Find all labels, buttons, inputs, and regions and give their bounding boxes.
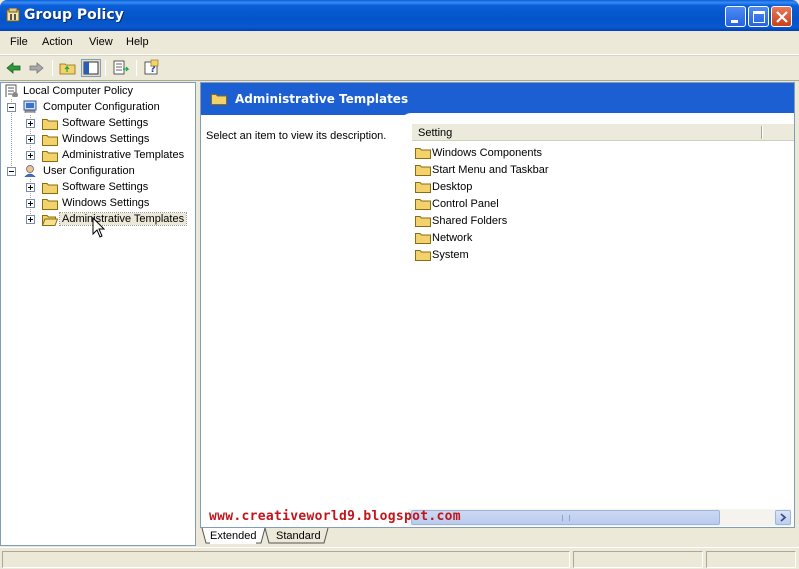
window-title: Group Policy <box>24 7 124 23</box>
horizontal-scrollbar[interactable] <box>408 509 791 526</box>
status-cell <box>706 551 796 568</box>
expand-icon[interactable] <box>26 199 35 208</box>
expand-icon[interactable] <box>26 119 35 128</box>
folder-icon <box>415 182 431 193</box>
header-curve <box>401 113 794 123</box>
list-item-label: Network <box>432 232 473 244</box>
collapse-icon[interactable] <box>7 103 16 112</box>
toolbar-separator <box>105 60 106 76</box>
details-pane: Administrative Templates Select an item … <box>200 82 795 528</box>
list-item-label: Start Menu and Taskbar <box>432 164 549 176</box>
grip-icon <box>562 515 570 521</box>
folder-icon <box>415 216 431 227</box>
tab-extended[interactable]: Extended <box>210 528 257 544</box>
column-divider[interactable] <box>761 126 763 139</box>
column-header-setting[interactable]: Setting <box>412 124 794 141</box>
policy-document-icon <box>5 84 18 97</box>
status-bar <box>0 547 799 569</box>
status-cell <box>2 551 570 568</box>
show-hide-tree-button[interactable] <box>81 59 101 77</box>
up-folder-icon <box>59 63 76 75</box>
close-button[interactable] <box>771 6 792 27</box>
menu-action[interactable]: Action <box>42 36 73 48</box>
user-icon <box>24 165 36 177</box>
maximize-icon <box>753 11 765 23</box>
folder-icon <box>42 199 58 210</box>
export-list-icon <box>113 60 130 75</box>
menu-file[interactable]: File <box>10 36 28 48</box>
tab-standard[interactable]: Standard <box>276 528 321 544</box>
minimize-button[interactable] <box>725 6 746 27</box>
list-item-label: Control Panel <box>432 198 499 210</box>
folder-icon <box>415 148 431 159</box>
menu-view[interactable]: View <box>89 36 113 48</box>
tree-item-label: Software Settings <box>62 117 149 129</box>
tree-item-label: Windows Settings <box>62 197 150 209</box>
details-header: Administrative Templates <box>201 83 794 115</box>
back-button[interactable] <box>4 59 24 77</box>
maximize-button[interactable] <box>748 6 769 27</box>
collapse-icon[interactable] <box>7 167 16 176</box>
list-item-label: Shared Folders <box>432 215 508 227</box>
menu-bar: File Action View Help <box>0 31 799 55</box>
console-tree[interactable]: Local Computer Policy Computer Configura… <box>0 82 196 546</box>
toolbar-separator <box>52 60 53 76</box>
folder-icon <box>42 151 58 162</box>
toolbar: ? <box>0 55 799 81</box>
tree-item-label: Administrative Templates <box>62 149 185 161</box>
list-item-label: Desktop <box>432 181 473 193</box>
chevron-right-icon <box>780 513 787 522</box>
status-cell <box>573 551 703 568</box>
back-arrow-icon <box>6 62 21 74</box>
forward-arrow-icon <box>29 62 44 74</box>
tree-item-label: Windows Settings <box>62 133 150 145</box>
folder-icon <box>42 135 58 146</box>
folder-icon <box>42 119 58 130</box>
tree-item-label: Software Settings <box>62 181 149 193</box>
expand-icon[interactable] <box>26 151 35 160</box>
folder-icon <box>415 199 431 210</box>
close-icon <box>776 11 788 23</box>
show-hide-tree-icon <box>83 61 99 75</box>
title-bar[interactable]: Group Policy <box>0 0 799 31</box>
folder-icon <box>211 94 227 105</box>
scroll-right-button[interactable] <box>775 510 791 525</box>
minimize-icon <box>731 20 738 23</box>
forward-button[interactable] <box>27 59 47 77</box>
view-tabs: Extended Standard <box>200 528 795 546</box>
column-header-label: Setting <box>418 127 453 139</box>
list-item-label: Windows Components <box>432 147 543 159</box>
details-header-title: Administrative Templates <box>235 92 409 106</box>
tree-item-label: Local Computer Policy <box>23 85 134 97</box>
list-item-label: System <box>432 249 469 261</box>
export-list-button[interactable] <box>111 59 131 77</box>
description-text: Select an item to view its description. <box>206 130 387 142</box>
open-folder-icon <box>42 215 58 226</box>
menu-help[interactable]: Help <box>126 36 149 48</box>
group-policy-app-icon <box>6 8 20 22</box>
tree-item-label: User Configuration <box>43 165 135 177</box>
expand-icon[interactable] <box>26 215 35 224</box>
computer-icon <box>23 100 37 113</box>
watermark-text: www.creativeworld9.blogspot.com <box>209 509 461 524</box>
folder-icon <box>42 183 58 194</box>
up-one-level-button[interactable] <box>58 59 78 77</box>
tree-item-label: Administrative Templates <box>58 212 188 226</box>
folder-icon <box>415 233 431 244</box>
expand-icon[interactable] <box>26 135 35 144</box>
toolbar-separator <box>136 60 137 76</box>
help-button[interactable]: ? <box>142 59 162 77</box>
tree-item-label: Computer Configuration <box>43 101 160 113</box>
help-icon: ? <box>144 59 159 75</box>
folder-icon <box>415 165 431 176</box>
folder-icon <box>415 250 431 261</box>
mouse-cursor-icon <box>92 217 106 238</box>
expand-icon[interactable] <box>26 183 35 192</box>
